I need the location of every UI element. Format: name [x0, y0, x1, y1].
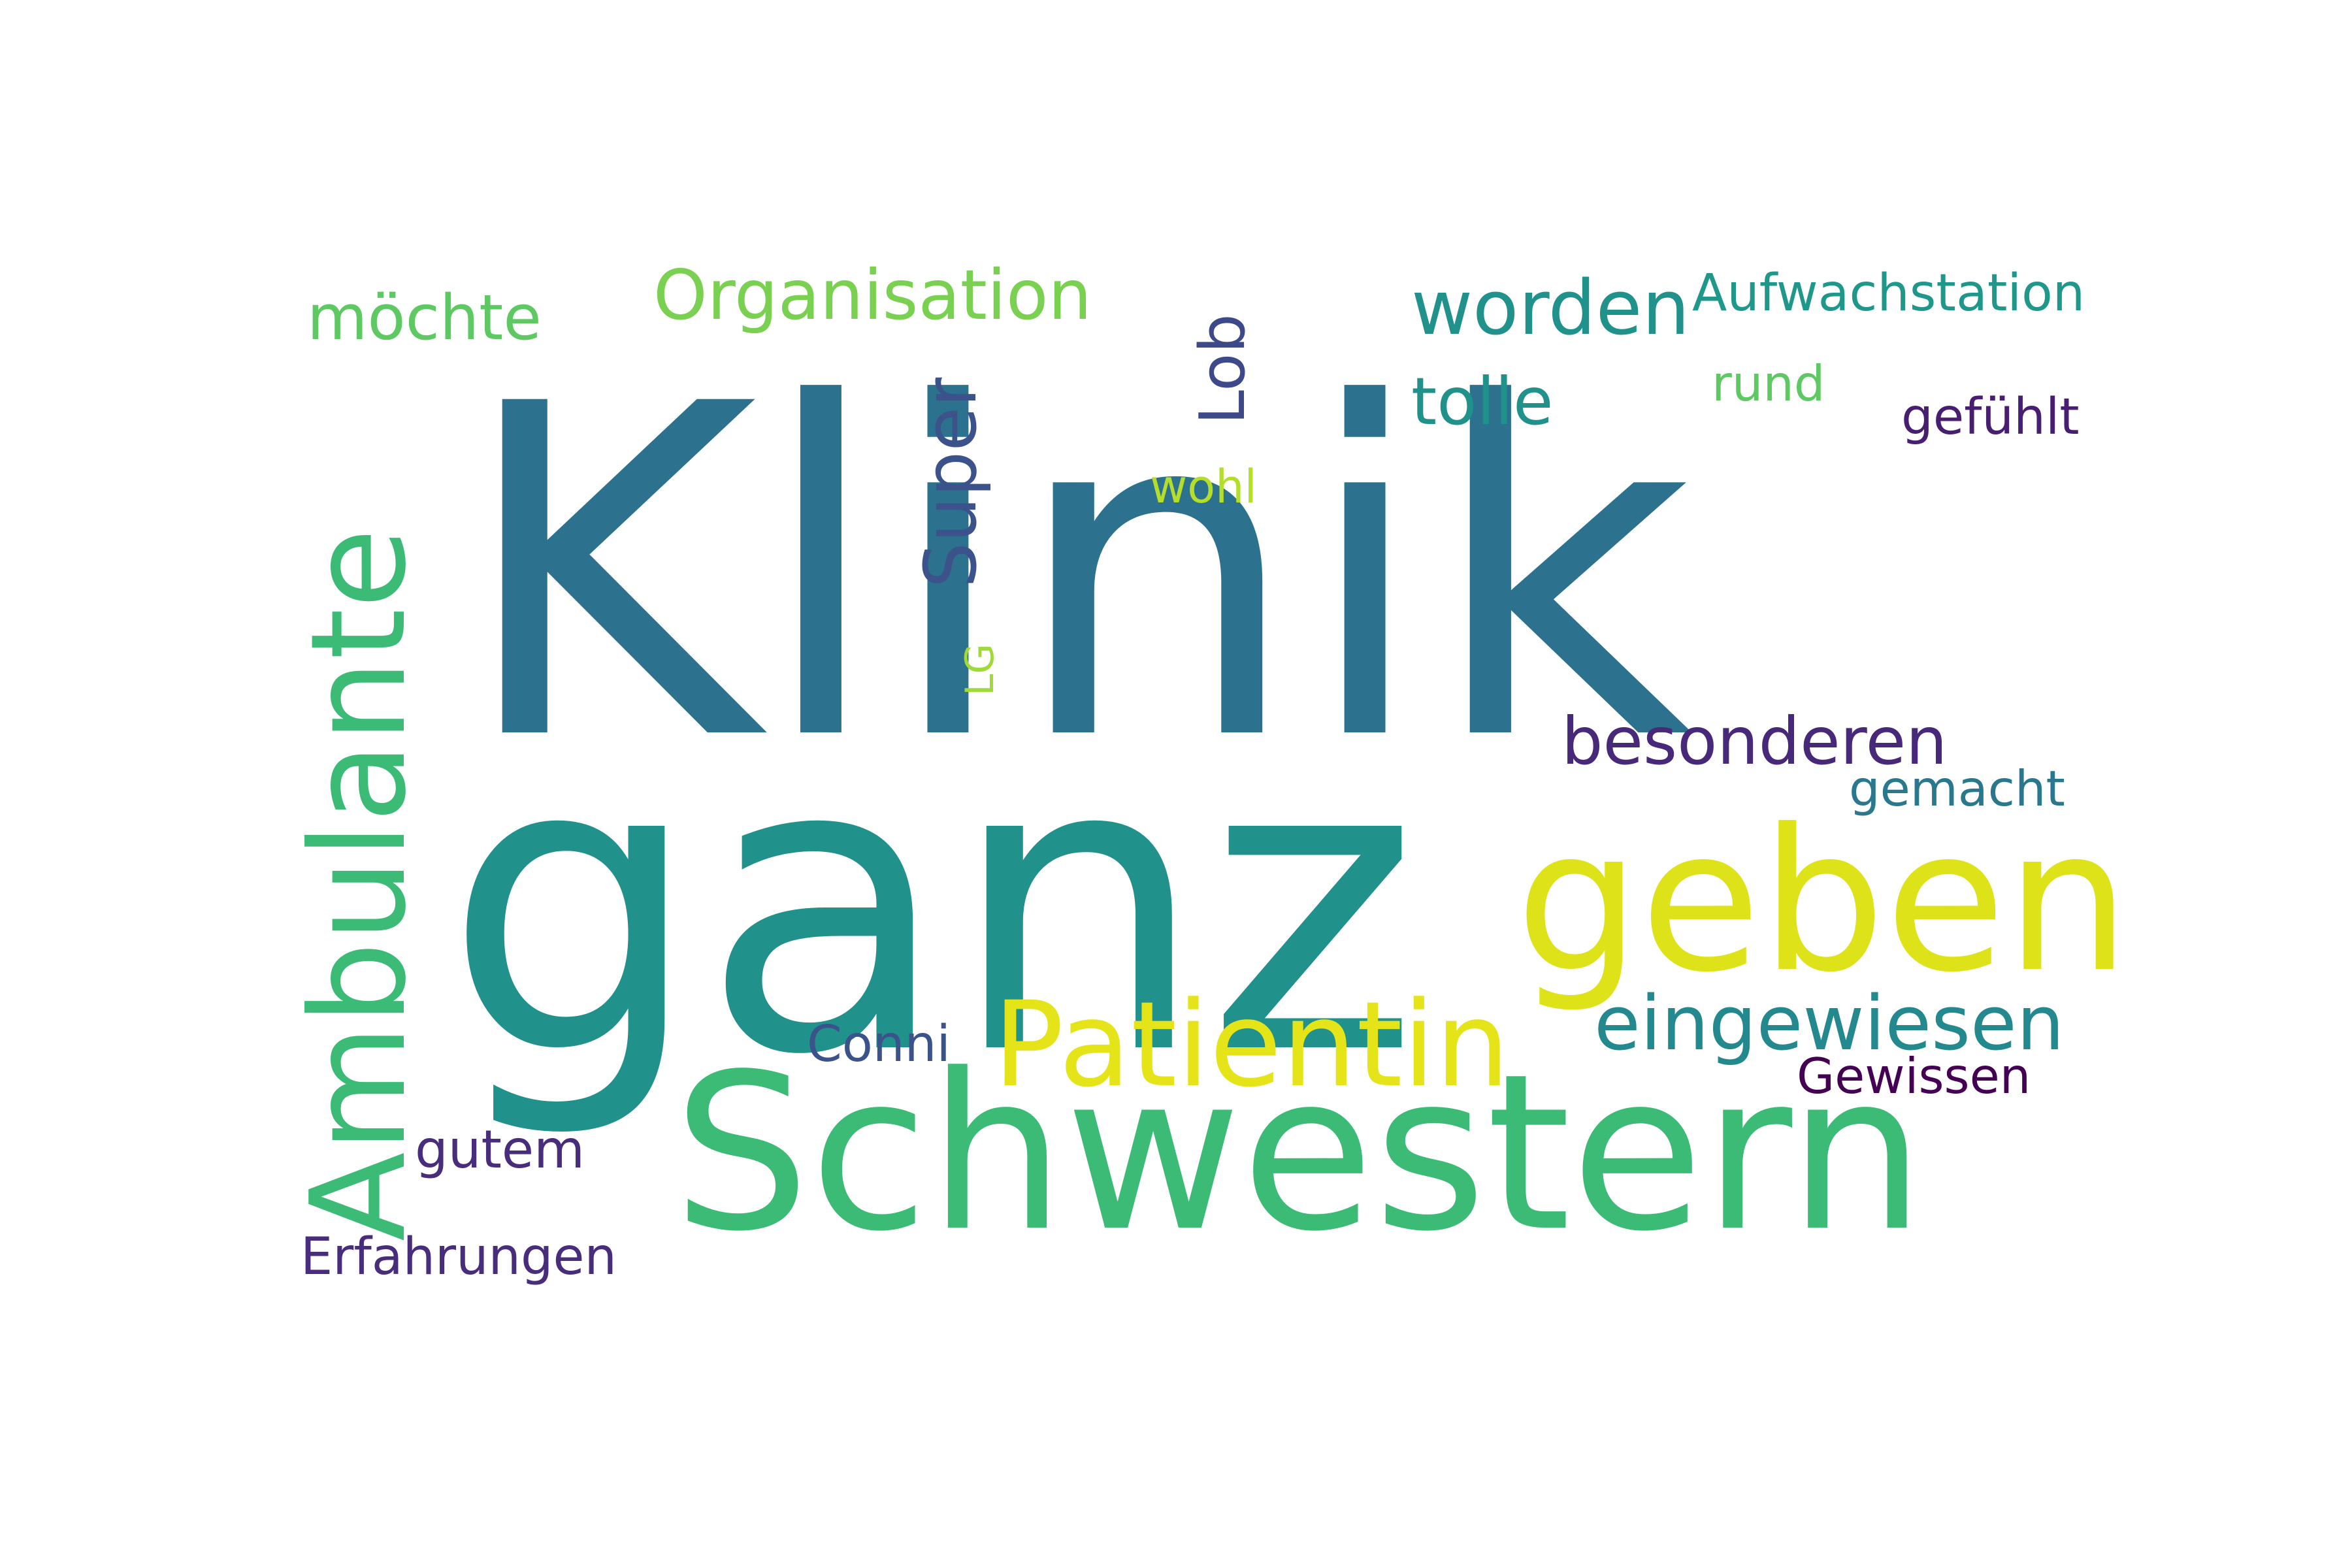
word-aufwachstation: Aufwachstation [1692, 264, 2085, 323]
word-organisation: Organisation [653, 255, 1092, 335]
word-lob: Lob [1187, 314, 1259, 425]
word-gewissen: Gewissen [1797, 1047, 2031, 1105]
word-rund: rund [1712, 355, 1825, 412]
word-tolle: tolle [1411, 363, 1554, 440]
word-conni: Conni [807, 1015, 951, 1073]
word-moechte: möchte [307, 282, 542, 354]
word-gefuehlt: gefühlt [1901, 388, 2080, 446]
word-cloud: Klinik ganz Schwestern geben Ambulante P… [0, 0, 2352, 1568]
word-ambulante: Ambulante [283, 528, 435, 1241]
word-super: Super [909, 377, 992, 588]
word-gutem: gutem [415, 1119, 585, 1180]
word-lg: LG [957, 644, 1003, 696]
word-patientin: Patientin [993, 977, 1510, 1113]
word-erfahrungen: Erfahrungen [301, 1228, 617, 1286]
word-gemacht: gemacht [1849, 760, 2065, 817]
word-worden: worden [1411, 265, 1690, 352]
word-wohl: wohl [1150, 460, 1257, 514]
word-geben: geben [1516, 787, 2131, 1015]
